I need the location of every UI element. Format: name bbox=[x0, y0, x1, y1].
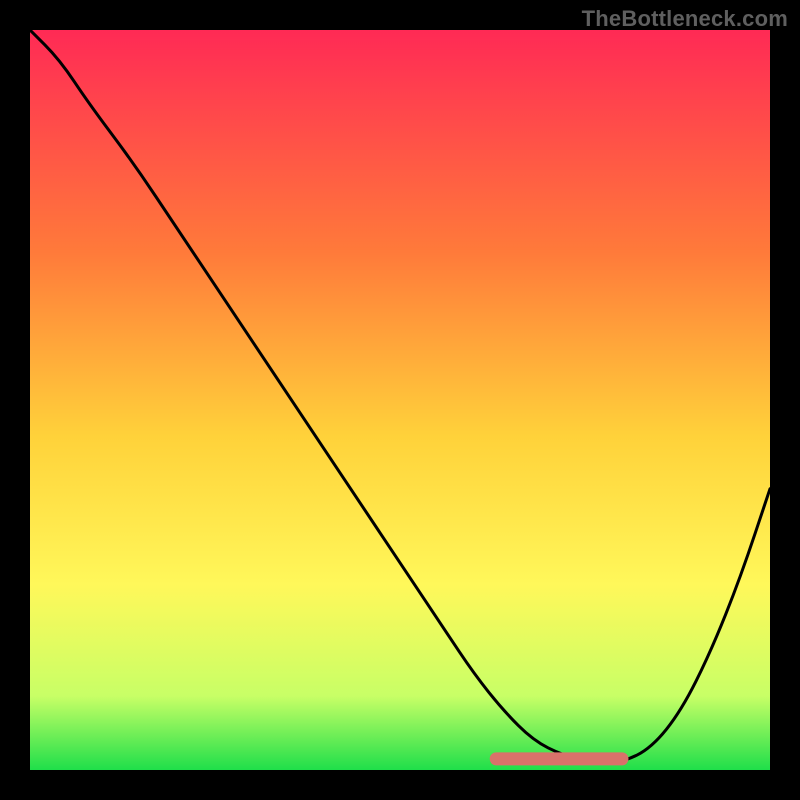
gradient-background bbox=[30, 30, 770, 770]
outer-frame: TheBottleneck.com bbox=[0, 0, 800, 800]
bottleneck-chart bbox=[30, 30, 770, 770]
watermark-text: TheBottleneck.com bbox=[582, 6, 788, 32]
